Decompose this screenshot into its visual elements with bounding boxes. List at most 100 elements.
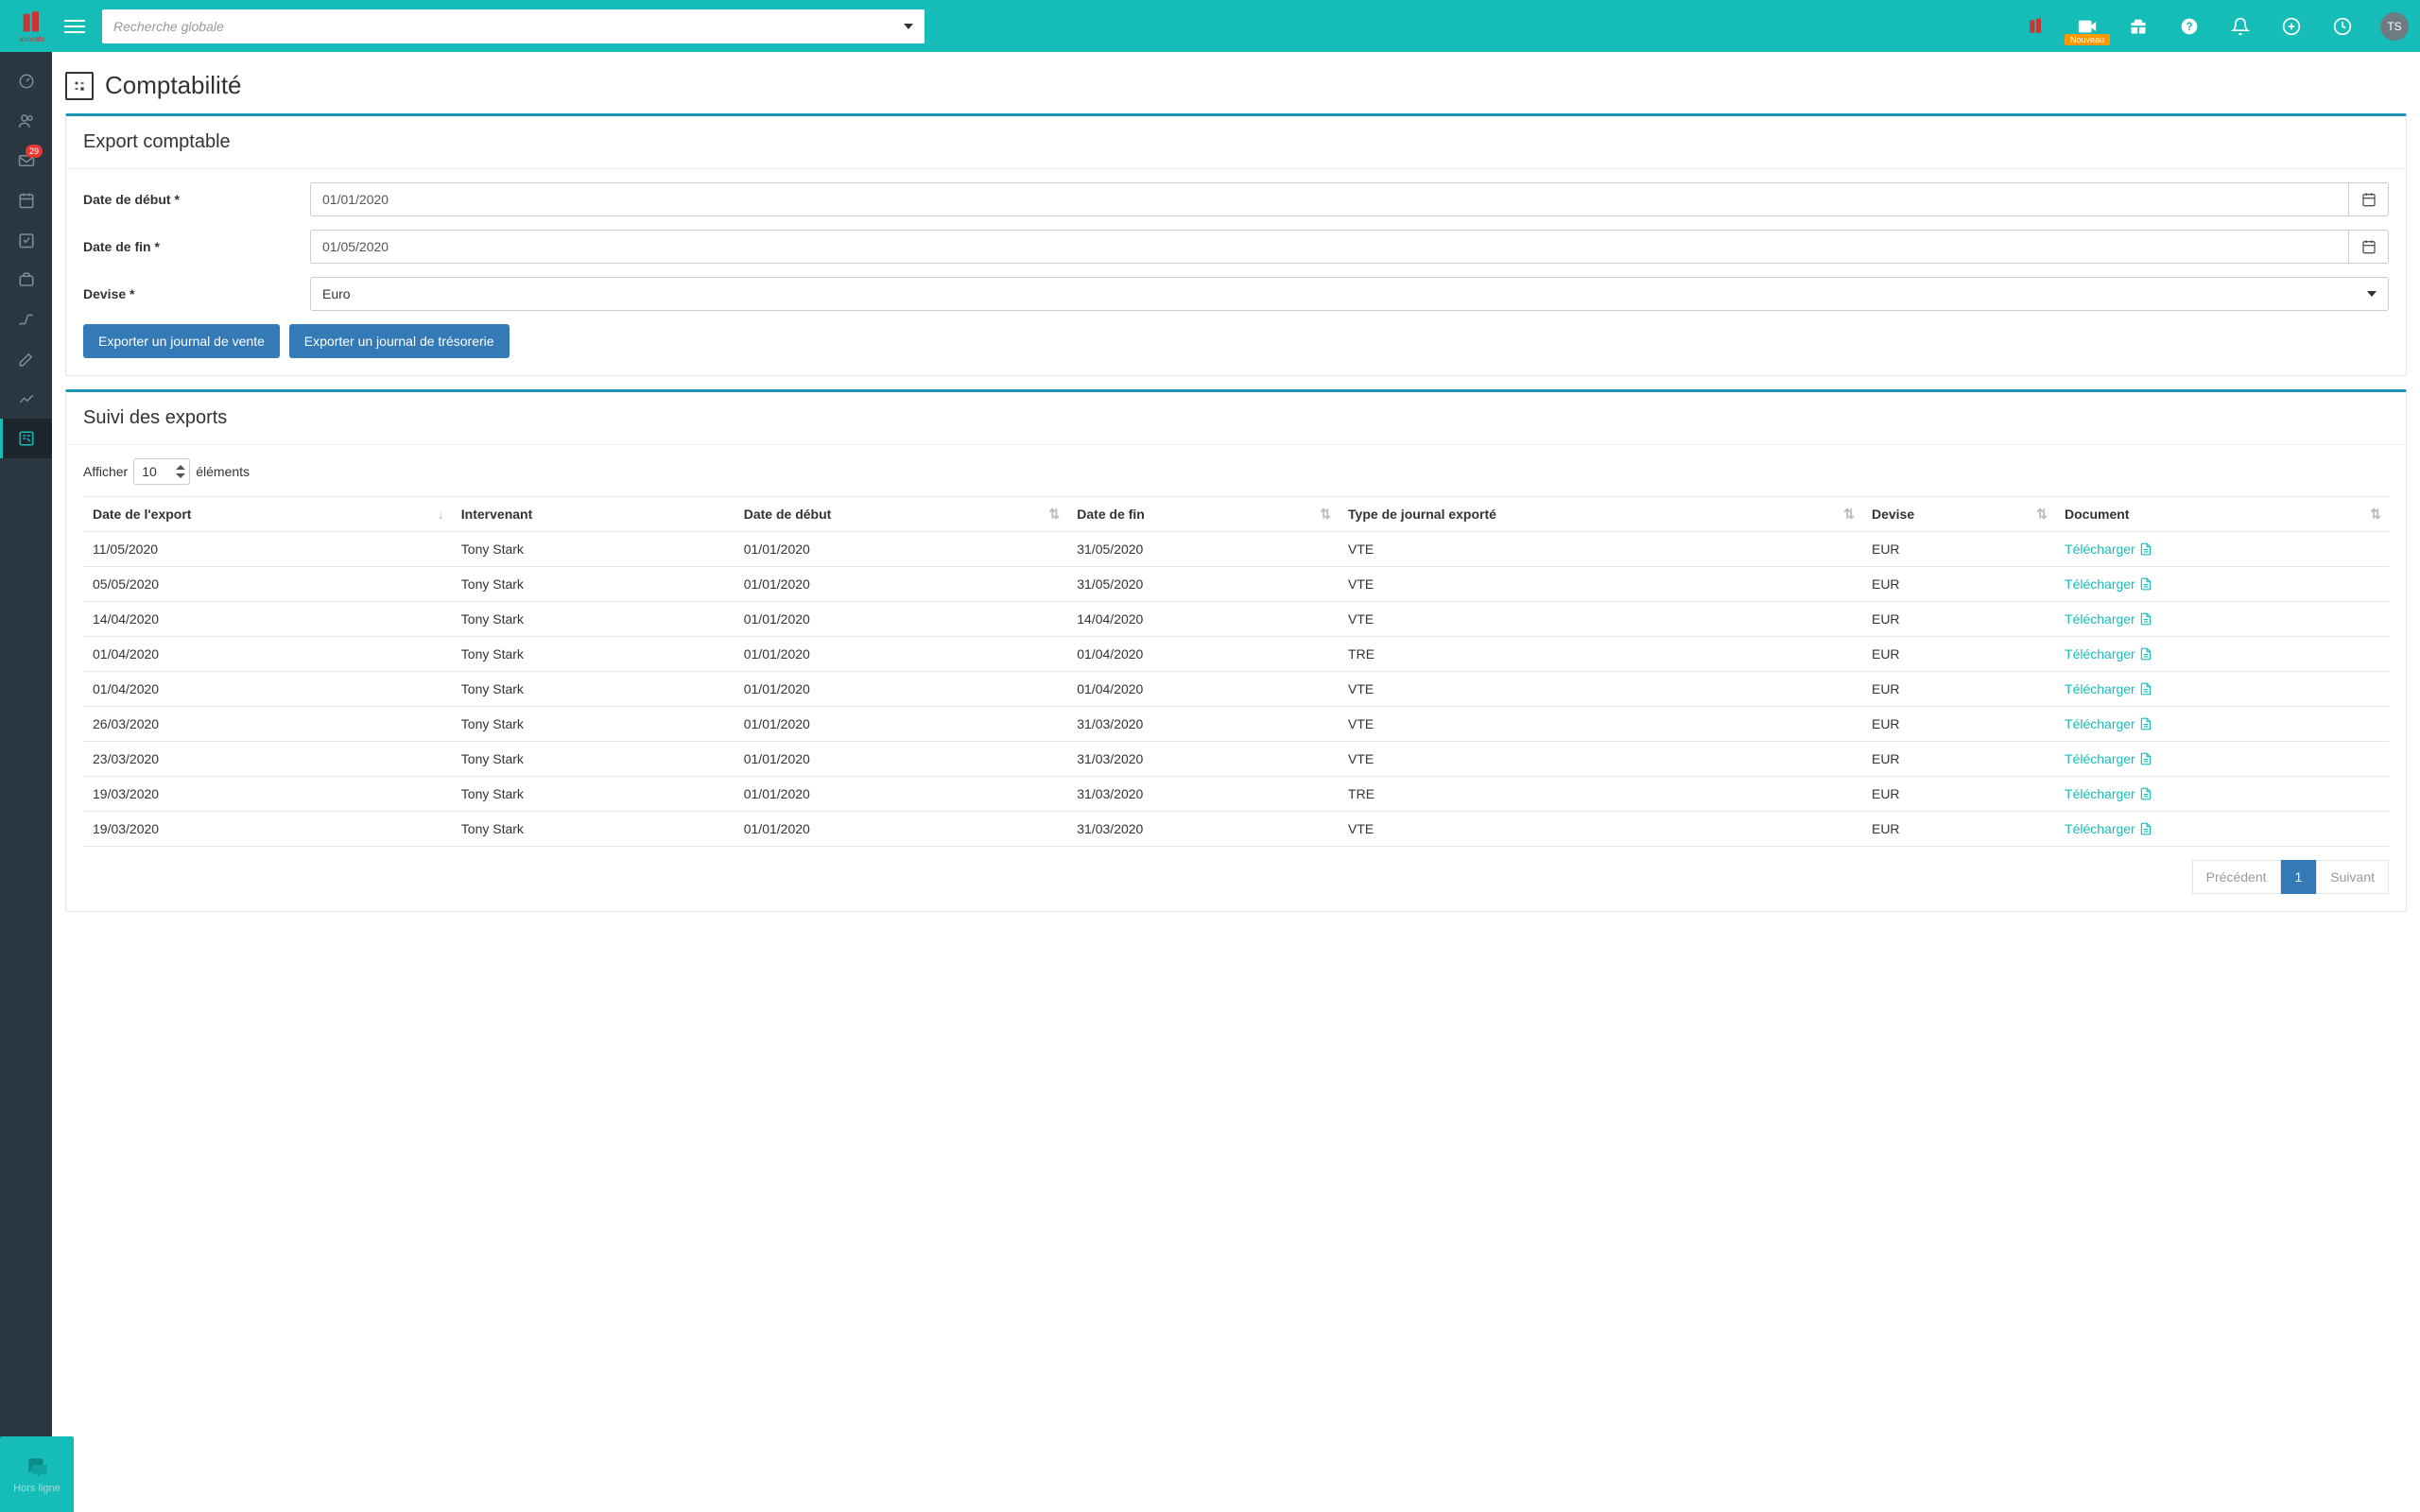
devise-select[interactable]: Euro xyxy=(310,277,2389,311)
cell-date-export: 11/05/2020 xyxy=(83,532,452,567)
sidebar: 29 xyxy=(0,52,52,1512)
video-icon[interactable]: Nouveau xyxy=(2074,13,2100,40)
cell-intervenant: Tony Stark xyxy=(452,672,735,707)
sidebar-item-mail[interactable]: 29 xyxy=(0,141,52,180)
col-devise[interactable]: Devise⇅ xyxy=(1862,497,2055,532)
download-link[interactable]: Télécharger xyxy=(2065,576,2152,592)
clock-icon[interactable] xyxy=(2329,13,2356,40)
cell-date-debut: 01/01/2020 xyxy=(735,812,1068,847)
cell-date-fin: 31/03/2020 xyxy=(1067,742,1339,777)
cell-type: TRE xyxy=(1339,637,1862,672)
sidebar-item-calendar[interactable] xyxy=(0,180,52,220)
cell-intervenant: Tony Stark xyxy=(452,602,735,637)
cell-type: VTE xyxy=(1339,707,1862,742)
length-suffix: éléments xyxy=(196,464,250,479)
cell-date-debut: 01/01/2020 xyxy=(735,637,1068,672)
cell-intervenant: Tony Stark xyxy=(452,812,735,847)
date-debut-picker-icon[interactable] xyxy=(2349,182,2389,216)
cell-date-export: 19/03/2020 xyxy=(83,812,452,847)
cell-intervenant: Tony Stark xyxy=(452,742,735,777)
cell-date-debut: 01/01/2020 xyxy=(735,777,1068,812)
cell-date-fin: 31/03/2020 xyxy=(1067,707,1339,742)
table-row: 19/03/2020Tony Stark01/01/202031/03/2020… xyxy=(83,777,2389,812)
download-link[interactable]: Télécharger xyxy=(2065,541,2152,557)
col-type-journal[interactable]: Type de journal exporté⇅ xyxy=(1339,497,1862,532)
col-intervenant[interactable]: Intervenant xyxy=(452,497,735,532)
export-panel-title: Export comptable xyxy=(66,116,2406,169)
cell-date-export: 14/04/2020 xyxy=(83,602,452,637)
cell-devise: EUR xyxy=(1862,637,2055,672)
user-avatar[interactable]: TS xyxy=(2380,12,2409,41)
sidebar-item-edit[interactable] xyxy=(0,339,52,379)
sidebar-item-reports[interactable] xyxy=(0,379,52,419)
cell-type: VTE xyxy=(1339,672,1862,707)
cell-date-export: 23/03/2020 xyxy=(83,742,452,777)
building-icon[interactable] xyxy=(2023,13,2049,40)
download-link[interactable]: Télécharger xyxy=(2065,716,2152,731)
sidebar-item-contacts[interactable] xyxy=(0,101,52,141)
export-panel: Export comptable Date de début * Date de… xyxy=(65,113,2407,376)
page-next-button[interactable]: Suivant xyxy=(2316,860,2389,894)
avatar-initials: TS xyxy=(2387,20,2401,33)
length-value: 10 xyxy=(142,464,157,479)
download-link[interactable]: Télécharger xyxy=(2065,646,2152,662)
cell-devise: EUR xyxy=(1862,707,2055,742)
cell-devise: EUR xyxy=(1862,567,2055,602)
sidebar-item-accounting[interactable] xyxy=(0,419,52,458)
export-tresorerie-button[interactable]: Exporter un journal de trésorerie xyxy=(289,324,510,358)
cell-date-fin: 31/03/2020 xyxy=(1067,777,1339,812)
col-date-debut[interactable]: Date de début⇅ xyxy=(735,497,1068,532)
download-link[interactable]: Télécharger xyxy=(2065,751,2152,766)
app-logo: avocats xyxy=(11,6,53,47)
date-fin-picker-icon[interactable] xyxy=(2349,230,2389,264)
page-title-wrap: Comptabilité xyxy=(65,63,2407,113)
col-date-fin[interactable]: Date de fin⇅ xyxy=(1067,497,1339,532)
cell-date-export: 01/04/2020 xyxy=(83,672,452,707)
date-debut-input[interactable] xyxy=(310,182,2349,216)
gift-icon[interactable] xyxy=(2125,13,2152,40)
topbar: avocats Recherche globale Nouveau ? xyxy=(0,0,2420,52)
download-link[interactable]: Télécharger xyxy=(2065,611,2152,627)
cell-intervenant: Tony Stark xyxy=(452,637,735,672)
cell-type: VTE xyxy=(1339,532,1862,567)
page-prev-button[interactable]: Précédent xyxy=(2192,860,2281,894)
download-link[interactable]: Télécharger xyxy=(2065,821,2152,836)
mail-badge: 29 xyxy=(26,145,43,158)
sort-icon: ⇅ xyxy=(1843,507,1855,523)
chat-widget[interactable]: Hors ligne xyxy=(0,1436,74,1512)
plus-circle-icon[interactable] xyxy=(2278,13,2305,40)
table-row: 11/05/2020Tony Stark01/01/202031/05/2020… xyxy=(83,532,2389,567)
page-current[interactable]: 1 xyxy=(2281,860,2317,894)
length-select[interactable]: 10 xyxy=(133,458,190,485)
global-search-input[interactable]: Recherche globale xyxy=(102,9,925,43)
cell-type: VTE xyxy=(1339,812,1862,847)
table-row: 19/03/2020Tony Stark01/01/202031/03/2020… xyxy=(83,812,2389,847)
sort-icon: ⇅ xyxy=(1049,507,1061,523)
col-date-export[interactable]: Date de l'export↓ xyxy=(83,497,452,532)
pagination: Précédent 1 Suivant xyxy=(83,860,2389,894)
date-fin-input[interactable] xyxy=(310,230,2349,264)
cell-date-fin: 31/05/2020 xyxy=(1067,532,1339,567)
devise-value: Euro xyxy=(322,286,351,301)
length-prefix: Afficher xyxy=(83,464,128,479)
topbar-actions: Nouveau ? TS xyxy=(2023,12,2409,41)
sidebar-item-billing[interactable] xyxy=(0,300,52,339)
col-document[interactable]: Document⇅ xyxy=(2055,497,2389,532)
sidebar-item-cases[interactable] xyxy=(0,260,52,300)
date-debut-label: Date de début * xyxy=(83,192,310,207)
download-link[interactable]: Télécharger xyxy=(2065,681,2152,696)
main-content: Comptabilité Export comptable Date de dé… xyxy=(52,52,2420,1512)
sidebar-item-dashboard[interactable] xyxy=(0,61,52,101)
cell-devise: EUR xyxy=(1862,672,2055,707)
cell-date-debut: 01/01/2020 xyxy=(735,742,1068,777)
download-link[interactable]: Télécharger xyxy=(2065,786,2152,801)
export-vente-button[interactable]: Exporter un journal de vente xyxy=(83,324,280,358)
bell-icon[interactable] xyxy=(2227,13,2254,40)
menu-toggle-icon[interactable] xyxy=(64,16,85,37)
cell-date-debut: 01/01/2020 xyxy=(735,707,1068,742)
cell-intervenant: Tony Stark xyxy=(452,532,735,567)
help-icon[interactable]: ? xyxy=(2176,13,2203,40)
cell-date-export: 05/05/2020 xyxy=(83,567,452,602)
sort-icon: ⇅ xyxy=(2036,507,2048,523)
sidebar-item-tasks[interactable] xyxy=(0,220,52,260)
